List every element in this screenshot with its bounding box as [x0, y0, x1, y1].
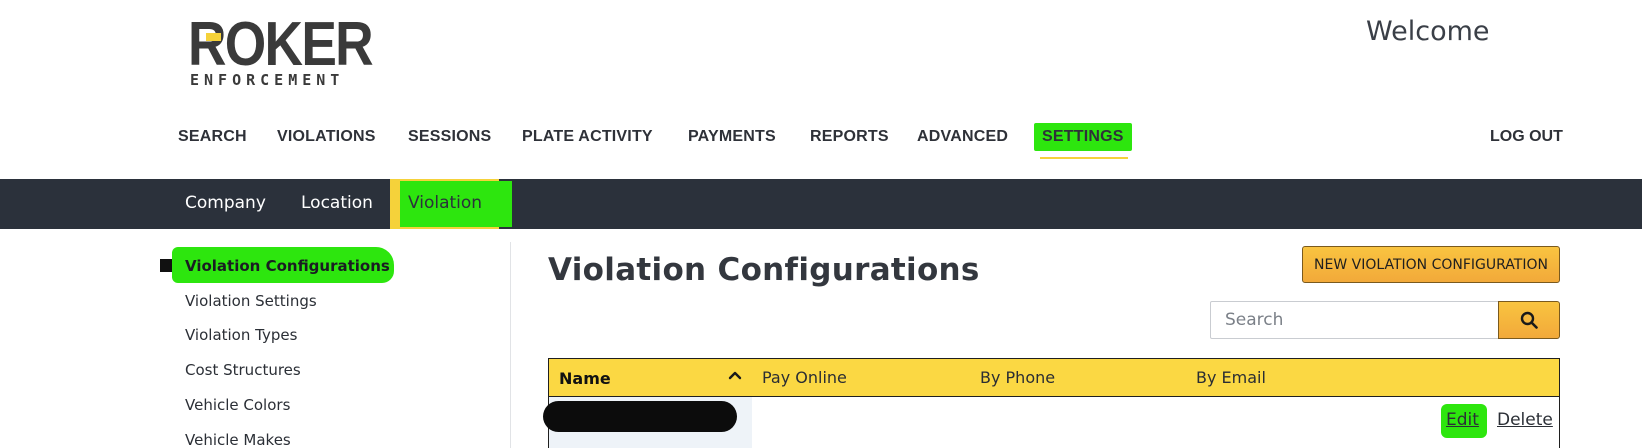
- welcome-text: Welcome: [1366, 16, 1490, 47]
- main-nav: SEARCH VIOLATIONS SESSIONS PLATE ACTIVIT…: [0, 122, 1642, 156]
- sidebar-item-violation-settings[interactable]: Violation Settings: [185, 292, 317, 310]
- nav-reports[interactable]: REPORTS: [810, 128, 889, 146]
- nav-plate-activity[interactable]: PLATE ACTIVITY: [522, 128, 653, 146]
- delete-link[interactable]: Delete: [1497, 410, 1553, 430]
- column-header-name[interactable]: Name: [559, 369, 611, 388]
- sidebar-item-vehicle-colors[interactable]: Vehicle Colors: [185, 396, 290, 414]
- column-header-pay-online: Pay Online: [762, 368, 847, 387]
- chevron-up-icon[interactable]: [727, 367, 743, 387]
- settings-subnav: Company Location Violation: [0, 179, 1642, 229]
- subnav-company[interactable]: Company: [185, 193, 266, 213]
- sidebar-item-violation-types[interactable]: Violation Types: [185, 326, 297, 344]
- new-violation-configuration-button[interactable]: NEW VIOLATION CONFIGURATION: [1302, 246, 1560, 283]
- page-title: Violation Configurations: [548, 252, 980, 288]
- logout-link[interactable]: LOG OUT: [1490, 128, 1563, 146]
- redaction-mark: [543, 401, 737, 432]
- search-input[interactable]: [1210, 301, 1500, 339]
- table-row: Edit Delete: [543, 397, 1560, 448]
- nav-search[interactable]: SEARCH: [178, 128, 247, 146]
- subnav-violation[interactable]: Violation: [408, 193, 482, 213]
- column-header-by-phone: By Phone: [980, 368, 1056, 387]
- sidebar-item-violation-configurations[interactable]: Violation Configurations: [185, 257, 390, 275]
- nav-sessions[interactable]: SESSIONS: [408, 128, 491, 146]
- search-icon: [1520, 311, 1538, 329]
- sidebar-divider: [510, 242, 511, 448]
- search-button[interactable]: [1498, 301, 1560, 339]
- table-header: Name Pay Online By Phone By Email: [548, 358, 1560, 397]
- roker-logo[interactable]: ROKER ENFORCEMENT: [188, 14, 374, 90]
- nav-payments[interactable]: PAYMENTS: [688, 128, 776, 146]
- violation-sidebar: Violation Configurations Violation Setti…: [160, 245, 510, 448]
- nav-violations[interactable]: VIOLATIONS: [277, 128, 376, 146]
- column-header-by-email: By Email: [1196, 368, 1266, 387]
- sidebar-item-cost-structures[interactable]: Cost Structures: [185, 361, 301, 379]
- configurations-table: Name Pay Online By Phone By Email Edit D…: [543, 358, 1560, 448]
- edit-link[interactable]: Edit: [1446, 410, 1479, 430]
- logo-accent-bar: [206, 33, 221, 41]
- active-marker: [160, 259, 172, 272]
- logo-subtitle: ENFORCEMENT: [190, 71, 345, 89]
- nav-active-underline: [1040, 157, 1128, 159]
- sidebar-item-vehicle-makes[interactable]: Vehicle Makes: [185, 431, 291, 448]
- nav-advanced[interactable]: ADVANCED: [917, 128, 1008, 146]
- nav-settings[interactable]: SETTINGS: [1034, 123, 1132, 151]
- subnav-location[interactable]: Location: [301, 193, 373, 213]
- logo-wordmark: ROKER: [188, 10, 374, 79]
